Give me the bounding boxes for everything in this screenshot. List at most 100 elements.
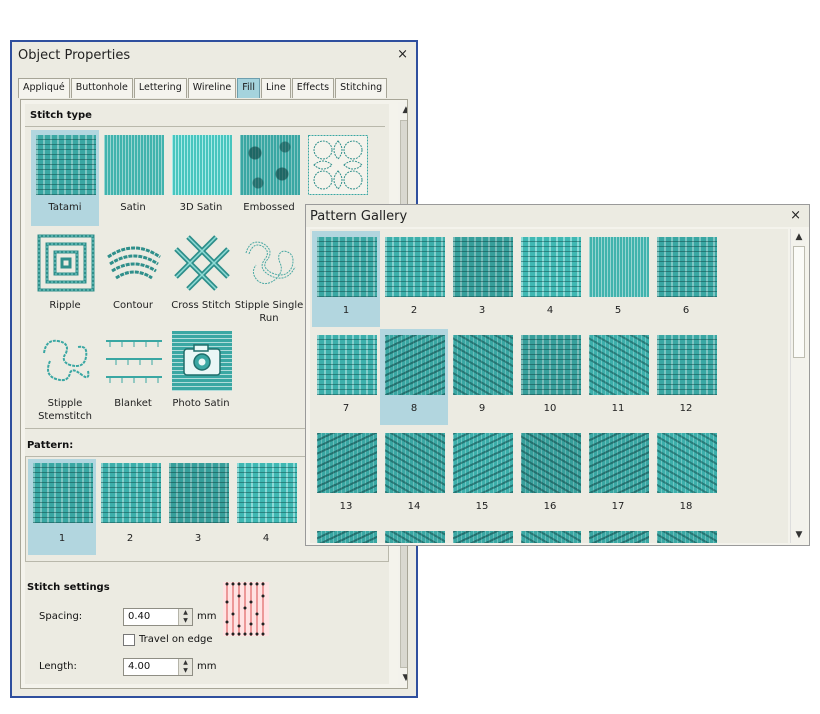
scroll-up-icon[interactable]: ▲ [398,102,407,118]
divider [25,126,385,127]
diagonal-pattern-icon [657,531,717,543]
stitch-type-stipple-single-run[interactable]: Stipple Single Run [235,228,303,324]
gallery-pattern-item[interactable]: 2 [380,231,448,327]
gallery-pattern-item[interactable]: 13 [312,427,380,523]
length-value[interactable]: 4.00 [128,661,150,672]
pattern-number: 8 [410,403,418,414]
gallery-pattern-item[interactable] [448,525,516,543]
stitch-settings-heading: Stitch settings [27,582,110,593]
photo-satin-icon [172,331,232,391]
stitch-preview-icon [221,580,271,638]
diagonal-pattern-icon [385,433,445,493]
gallery-pattern-item[interactable]: 16 [516,427,584,523]
gallery-pattern-item[interactable]: 8 [380,329,448,425]
close-icon[interactable]: × [790,208,801,223]
gallery-pattern-item[interactable]: 7 [312,329,380,425]
spacing-stepper[interactable]: 0.40 ▲ ▼ [123,608,193,626]
diagonal-pattern-icon [317,531,377,543]
pattern-number: 3 [194,533,202,544]
stitch-type-tatami[interactable]: Tatami [31,130,99,226]
tab-stitching[interactable]: Stitching [335,78,388,98]
gallery-scrollbar[interactable]: ▲ ▼ [790,229,806,543]
gallery-pattern-item[interactable]: 18 [652,427,720,523]
stitch-type-photo-satin[interactable]: Photo Satin [167,326,235,422]
property-tabs: Appliqué Buttonhole Lettering Wireline F… [18,78,388,98]
tatami-pattern-icon [237,463,297,523]
gallery-pattern-item[interactable] [380,525,448,543]
stitch-type-embossed[interactable]: Embossed [235,130,303,226]
stitch-type-ripple[interactable]: Ripple [31,228,99,324]
gallery-pattern-item[interactable] [652,525,720,543]
close-icon[interactable]: × [397,47,408,62]
pattern-number: 18 [679,501,693,512]
pattern-number: 10 [543,403,557,414]
tatami-pattern-icon [453,237,513,297]
gallery-pattern-item[interactable]: 11 [584,329,652,425]
embossed-icon [240,135,300,195]
pattern-number: 1 [58,533,66,544]
stitch-type-contour[interactable]: Contour [99,228,167,324]
gallery-pattern-item[interactable]: 4 [516,231,584,327]
tatami-pattern-icon [385,237,445,297]
spacing-value[interactable]: 0.40 [128,611,150,622]
stitch-type-cross-stitch[interactable]: Cross Stitch [167,228,235,324]
pattern-item[interactable]: 2 [96,459,164,555]
pattern-item[interactable]: 1 [28,459,96,555]
tatami-pattern-icon [169,463,229,523]
tatami-pattern-icon [657,335,717,395]
gallery-pattern-item[interactable]: 17 [584,427,652,523]
gallery-pattern-item[interactable]: 9 [448,329,516,425]
scrollbar-thumb[interactable] [793,246,805,358]
tab-line[interactable]: Line [260,78,291,98]
gallery-pattern-item[interactable]: 10 [516,329,584,425]
pattern-number: 4 [262,533,270,544]
pattern-item[interactable]: 3 [164,459,232,555]
gallery-pattern-item[interactable] [312,525,380,543]
gallery-pattern-item[interactable]: 12 [652,329,720,425]
stitch-type-satin[interactable]: Satin [99,130,167,226]
pattern-number: 14 [407,501,421,512]
scroll-down-icon[interactable]: ▼ [791,527,807,543]
stitch-type-stipple-stemstitch[interactable]: Stipple Stemstitch [31,326,99,422]
pattern-item[interactable]: 4 [232,459,300,555]
diagonal-pattern-icon [453,335,513,395]
tab-applique[interactable]: Appliqué [18,78,70,98]
pattern-number: 6 [682,305,690,316]
pattern-heading: Pattern: [27,440,74,451]
gallery-pattern-item[interactable]: 6 [652,231,720,327]
pattern-number: 12 [679,403,693,414]
spacing-unit: mm [197,611,217,622]
tab-lettering[interactable]: Lettering [133,78,187,98]
pattern-number: 2 [126,533,134,544]
spinner-arrows-icon[interactable]: ▲ ▼ [178,609,192,625]
gallery-pattern-item[interactable]: 5 [584,231,652,327]
blanket-icon [104,331,164,391]
tab-fill[interactable]: Fill [237,78,260,98]
scroll-down-icon[interactable]: ▼ [398,670,407,686]
gallery-pattern-item[interactable]: 15 [448,427,516,523]
tab-wireline[interactable]: Wireline [187,78,237,98]
scroll-up-icon[interactable]: ▲ [791,229,807,245]
tatami-pattern-icon [317,237,377,297]
ripple-icon [36,233,96,293]
pattern-number: 4 [546,305,554,316]
length-stepper[interactable]: 4.00 ▲ ▼ [123,658,193,676]
length-unit: mm [197,661,217,672]
spinner-arrows-icon[interactable]: ▲ ▼ [178,659,192,675]
tatami-pattern-icon [101,463,161,523]
tatami-pattern-icon [33,463,93,523]
stitch-type-3d-satin[interactable]: 3D Satin [167,130,235,226]
travel-on-edge-checkbox[interactable] [123,634,135,646]
gallery-pattern-item[interactable]: 3 [448,231,516,327]
tab-effects[interactable]: Effects [291,78,335,98]
gallery-pattern-item[interactable] [516,525,584,543]
cross-stitch-icon [172,233,232,293]
gallery-pattern-item[interactable] [584,525,652,543]
tab-buttonhole[interactable]: Buttonhole [70,78,133,98]
diagonal-pattern-icon [521,531,581,543]
gallery-pattern-item[interactable]: 1 [312,231,380,327]
pattern-number: 1 [342,305,350,316]
stitch-type-blanket[interactable]: Blanket [99,326,167,422]
spacing-label: Spacing: [39,611,83,622]
gallery-pattern-item[interactable]: 14 [380,427,448,523]
